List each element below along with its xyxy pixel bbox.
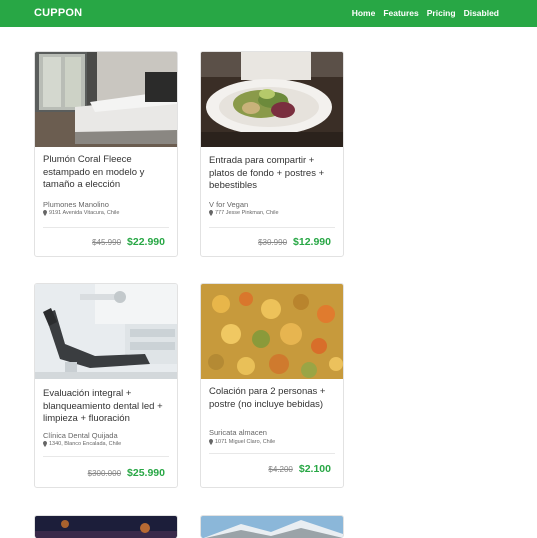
address-text: 1340, Blanco Encalada, Chile [49,441,122,447]
merchant-address: 1071 Miguel Claro, Chile [209,439,275,445]
bedroom-photo[interactable] [35,52,177,147]
brand-logo[interactable]: CUPPON [34,7,82,19]
nav-link-disabled[interactable]: Disabled [464,8,499,18]
deal-card[interactable] [200,515,344,538]
salad-plate-photo[interactable] [201,52,343,147]
card-divider [43,456,169,457]
original-price: $45.990 [92,238,122,247]
discount-price: $2.100 [298,463,331,475]
curry-dish-photo[interactable] [201,284,343,379]
nav-link-home[interactable]: Home [352,8,376,18]
discount-price: $12.990 [293,236,331,248]
deal-title[interactable]: Entrada para compartir + platos de fondo… [209,155,337,193]
deal-title[interactable]: Colación para 2 personas + postre (no in… [209,386,337,411]
merchant-name: Suricata almacen [209,428,267,437]
price-row: $4.200 $2.100 [268,463,331,475]
merchant-address: 9191 Avenida Vitacura, Chile [43,210,119,216]
original-price: $300.000 [87,469,122,478]
address-text: 777 Jesse Pinkman, Chile [215,210,279,216]
location-pin-icon [43,441,47,447]
nav-link-features[interactable]: Features [383,8,418,18]
original-price: $4.200 [268,465,293,474]
mountain-photo[interactable] [201,516,343,538]
merchant-name: Plumones Manolino [43,200,109,209]
card-divider [209,453,335,454]
merchant-name: Clínica Dental Quijada [43,431,118,440]
dental-chair-photo[interactable] [35,284,177,379]
location-pin-icon [209,210,213,216]
nav-links: Home Features Pricing Disabled [352,8,499,18]
price-row: $45.990 $22.990 [92,236,165,248]
price-row: $300.000 $25.990 [88,467,165,479]
price-row: $30.990 $12.990 [258,236,331,248]
merchant-address: 1340, Blanco Encalada, Chile [43,441,121,447]
original-price: $30.990 [258,238,288,247]
deal-card[interactable] [34,515,178,538]
night-sky-photo[interactable] [35,516,177,538]
location-pin-icon [43,210,47,216]
discount-price: $25.990 [127,467,165,479]
card-divider [209,227,335,228]
deal-title[interactable]: Plumón Coral Fleece estampado en modelo … [43,154,171,192]
location-pin-icon [209,439,213,445]
deal-card[interactable]: Entrada para compartir + platos de fondo… [200,51,344,257]
deal-card[interactable]: Colación para 2 personas + postre (no in… [200,283,344,488]
discount-price: $22.990 [127,236,165,248]
deal-title[interactable]: Evaluación integral + blanqueamiento den… [43,388,171,426]
deal-card[interactable]: Evaluación integral + blanqueamiento den… [34,283,178,488]
address-text: 1071 Miguel Claro, Chile [215,439,276,445]
address-text: 9191 Avenida Vitacura, Chile [49,210,120,216]
merchant-name: V for Vegan [209,200,249,209]
card-divider [43,227,169,228]
deal-card[interactable]: Plumón Coral Fleece estampado en modelo … [34,51,178,257]
merchant-address: 777 Jesse Pinkman, Chile [209,210,279,216]
top-navbar: CUPPON Home Features Pricing Disabled [0,0,537,27]
nav-link-pricing[interactable]: Pricing [427,8,456,18]
